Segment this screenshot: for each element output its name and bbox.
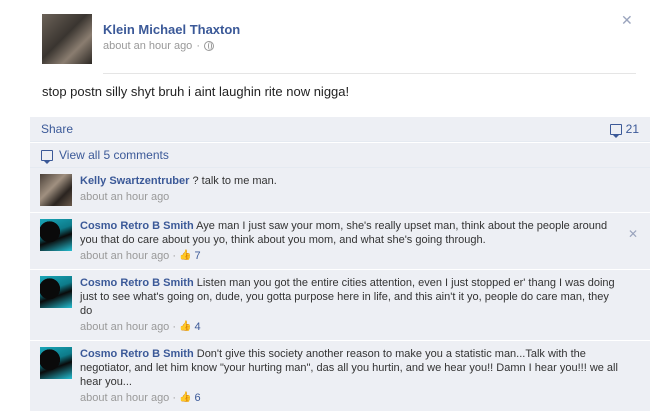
header-divider [103, 73, 636, 74]
post-meta: about an hour ago · [103, 40, 214, 52]
view-all-comments[interactable]: View all 5 comments [30, 143, 650, 168]
commenter-avatar[interactable] [40, 174, 72, 206]
commenter-avatar[interactable] [40, 347, 72, 379]
comment-icon [41, 149, 53, 164]
commenter-name[interactable]: Cosmo Retro B Smith [80, 277, 194, 289]
commenter-name[interactable]: Cosmo Retro B Smith [80, 348, 194, 360]
comment-timestamp[interactable]: about an hour ago [80, 320, 169, 334]
comment-text: ? talk to me man. [192, 175, 277, 187]
close-icon[interactable]: ✕ [621, 12, 633, 29]
commenter-name[interactable]: Cosmo Retro B Smith [80, 220, 194, 232]
comment-count-value: 21 [625, 122, 639, 136]
post-message: stop postn silly shyt bruh i aint laughi… [42, 84, 350, 99]
like-icon[interactable]: 👍 [179, 391, 191, 405]
comment: Cosmo Retro B Smith Don't give this soci… [30, 341, 650, 412]
view-all-comments-link[interactable]: View all 5 comments [59, 148, 169, 162]
like-icon[interactable]: 👍 [179, 249, 191, 263]
meta-separator: · [196, 40, 200, 52]
share-bar: Share 21 [30, 117, 650, 142]
author-name[interactable]: Klein Michael Thaxton [103, 22, 240, 37]
comment-timestamp[interactable]: about an hour ago [80, 249, 169, 263]
comment-timestamp[interactable]: about an hour ago [80, 190, 169, 204]
like-icon[interactable]: 👍 [179, 320, 191, 334]
feed-story: Klein Michael Thaxton about an hour ago … [0, 0, 669, 416]
comment-timestamp[interactable]: about an hour ago [80, 391, 169, 405]
comment: Cosmo Retro B Smith Aye man I just saw y… [30, 213, 650, 270]
commenter-name[interactable]: Kelly Swartzentruber [80, 175, 189, 187]
like-count[interactable]: 6 [194, 391, 200, 405]
post-timestamp[interactable]: about an hour ago [103, 40, 192, 52]
close-icon[interactable]: ✕ [628, 227, 638, 241]
comment: Cosmo Retro B Smith Listen man you got t… [30, 270, 650, 341]
globe-icon[interactable] [203, 41, 214, 51]
comments-section: Share 21 View all 5 comments Kelly Swart… [30, 117, 650, 412]
share-link[interactable]: Share [41, 122, 73, 136]
comment-icon [609, 123, 622, 138]
commenter-avatar[interactable] [40, 219, 72, 251]
comment-count[interactable]: 21 [609, 122, 639, 138]
like-count[interactable]: 7 [194, 249, 200, 263]
like-count[interactable]: 4 [194, 320, 200, 334]
commenter-avatar[interactable] [40, 276, 72, 308]
comment: Kelly Swartzentruber ? talk to me man. a… [30, 168, 650, 213]
author-avatar[interactable] [42, 14, 92, 64]
